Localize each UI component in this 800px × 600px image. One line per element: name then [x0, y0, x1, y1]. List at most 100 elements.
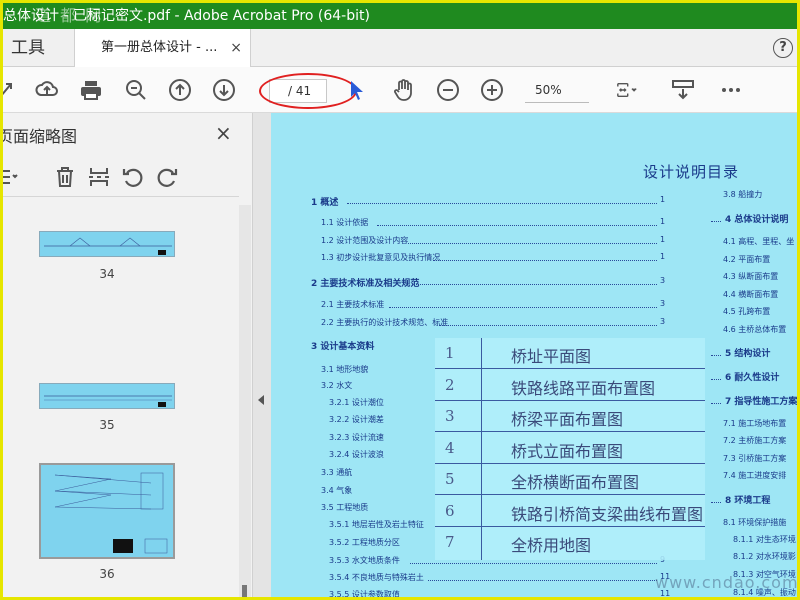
panel-splitter[interactable]	[253, 113, 271, 597]
site-watermark: www.cndao.com	[655, 573, 799, 592]
zoom-in-icon[interactable]	[480, 78, 504, 102]
toc-leader-dots	[347, 203, 657, 204]
toc-entry[interactable]: 7.1 施工场地布置	[723, 418, 786, 429]
toc-entry[interactable]: 7.3 引桥施工方案	[723, 453, 786, 464]
thumbnail-options-icon[interactable]	[3, 165, 19, 189]
collapse-panel-icon[interactable]	[258, 395, 264, 405]
toc-entry[interactable]: 6 耐久性设计	[725, 370, 779, 383]
thumbnail-scrollbar[interactable]	[239, 205, 251, 597]
drawing-title: 铁路线路平面布置图	[511, 378, 656, 398]
toc-entry[interactable]: 2.2 主要执行的设计技术规范、标准	[321, 317, 448, 328]
toc-entry[interactable]: 7.2 主桥施工方案	[723, 435, 786, 446]
zoom-level-select[interactable]: 50%	[525, 79, 589, 103]
toc-leader-dots	[711, 379, 721, 380]
tab-document[interactable]: 第一册总体设计 - ... ×	[75, 29, 251, 68]
drawing-list-row: 6 铁路引桥简支梁曲线布置图	[435, 496, 705, 527]
panel-close-icon[interactable]: ×	[215, 121, 232, 145]
document-page: 设计说明目录 1 概述 1 1.1 设计依据 1 1.2 设计范围及设计内容 1 1.3 初…	[271, 113, 799, 597]
toc-entry[interactable]: 2.1 主要技术标准	[321, 299, 384, 310]
toc-entry[interactable]: 3.5 工程地质	[321, 502, 368, 513]
toc-page-number: 3	[660, 276, 666, 285]
toc-entry[interactable]: 4.3 纵断面布置	[723, 271, 778, 282]
toc-entry[interactable]: 7.4 施工进度安排	[723, 470, 786, 481]
toc-entry[interactable]: 8.1.2 对水环境影	[733, 551, 796, 562]
toc-page-number: 1	[660, 252, 666, 261]
toc-entry[interactable]: 5 结构设计	[725, 346, 770, 359]
thumbnail-label: 35	[99, 418, 115, 432]
scroll-mode-icon[interactable]	[671, 78, 695, 102]
toc-entry[interactable]: 3 设计基本资料	[311, 339, 374, 352]
toc-entry[interactable]: 8 环境工程	[725, 493, 770, 506]
rotate-left-icon[interactable]	[121, 165, 145, 189]
thumbnail-label: 36	[99, 567, 115, 581]
upload-icon[interactable]	[35, 78, 59, 102]
hand-icon[interactable]	[392, 78, 416, 102]
toc-entry[interactable]: 1 概述	[311, 195, 338, 208]
more-icon[interactable]	[719, 78, 743, 102]
print-icon[interactable]	[79, 78, 103, 102]
page-thumbnail-34[interactable]	[39, 231, 175, 257]
drawing-list-row: 7 全桥用地图	[435, 527, 705, 558]
toc-entry[interactable]: 4.4 横断面布置	[723, 289, 778, 300]
toc-entry[interactable]: 3.2.2 设计潮差	[329, 414, 384, 425]
toc-entry[interactable]: 3.8 船撞力	[723, 189, 762, 200]
cursor-icon[interactable]	[345, 78, 369, 102]
toc-leader-dots	[428, 580, 657, 581]
toc-entry[interactable]: 2 主要技术标准及相关规范	[311, 276, 419, 289]
toc-entry[interactable]: 3.3 通航	[321, 467, 352, 478]
toc-entry[interactable]: 3.5.4 不良地质与特殊岩土	[329, 572, 424, 583]
tab-document-label: 第一册总体设计 - ...	[101, 40, 218, 55]
toc-entry[interactable]: 3.1 地形地貌	[321, 364, 368, 375]
panel-toolbar	[3, 157, 239, 197]
drawing-list-overlay: 1 桥址平面图 2 铁路线路平面布置图 3 桥梁平面布置图 4 桥式立面布置图 5 全桥横断面布置…	[435, 338, 705, 560]
toc-entry[interactable]: 3.2.3 设计流速	[329, 432, 384, 443]
main-toolbar: / 41 50%	[3, 67, 797, 113]
toc-entry[interactable]: 8.1.1 对生态环境	[733, 534, 796, 545]
toc-leader-dots	[711, 221, 721, 222]
toc-entry[interactable]: 3.5.3 水文地质条件	[329, 555, 400, 566]
share-icon[interactable]	[3, 78, 21, 102]
tab-tools[interactable]: 工具	[3, 29, 75, 67]
toc-entry[interactable]: 3.2.1 设计潮位	[329, 397, 384, 408]
toc-entry[interactable]: 4.2 平面布置	[723, 254, 770, 265]
toc-entry[interactable]: 4.6 主桥总体布置	[723, 324, 786, 335]
delete-page-icon[interactable]	[53, 165, 77, 189]
drawing-title: 全桥横断面布置图	[511, 473, 640, 492]
drawing-number: 2	[445, 375, 455, 394]
toc-leader-dots	[407, 243, 657, 244]
help-icon[interactable]: ?	[773, 38, 793, 58]
toc-entry[interactable]: 3.2 水文	[321, 380, 352, 391]
toc-entry[interactable]: 3.5.5 设计参数取值	[329, 589, 400, 597]
scrollbar-thumb[interactable]	[242, 585, 247, 597]
toc-entry[interactable]: 3.2.4 设计波浪	[329, 449, 384, 460]
page-thumbnail-35[interactable]	[39, 383, 175, 409]
thumbnail-label: 34	[99, 267, 115, 281]
page-up-icon[interactable]	[168, 78, 192, 102]
toc-entry[interactable]: 1.1 设计依据	[321, 217, 368, 228]
toc-entry[interactable]: 7 指导性施工方案	[725, 394, 797, 407]
toc-entry[interactable]: 4.1 高程、里程、坐	[723, 236, 794, 247]
toc-entry[interactable]: 3.5.1 地层岩性及岩土特征	[329, 519, 424, 530]
panel-title: 页面缩略图	[0, 127, 78, 146]
drawing-list-row: 3 桥梁平面布置图	[435, 401, 705, 432]
toc-entry[interactable]: 3.4 气象	[321, 485, 352, 496]
toc-entry[interactable]: 3.5.2 工程地质分区	[329, 537, 400, 548]
search-icon[interactable]	[124, 78, 148, 102]
drawing-number: 4	[445, 438, 455, 457]
rotate-right-icon[interactable]	[155, 165, 179, 189]
toc-entry[interactable]: 1.3 初步设计批复意见及执行情况	[321, 252, 440, 263]
toc-entry[interactable]: 4.5 孔跨布置	[723, 306, 770, 317]
toc-page-number: 1	[660, 195, 666, 204]
page-thumbnail-36[interactable]	[39, 463, 175, 559]
split-page-icon[interactable]	[87, 165, 111, 189]
toc-entry[interactable]: 1.2 设计范围及设计内容	[321, 235, 408, 246]
close-tab-icon[interactable]: ×	[230, 29, 242, 67]
toc-entry[interactable]: 8.1 环境保护措施	[723, 517, 786, 528]
zoom-out-icon[interactable]	[436, 78, 460, 102]
drawing-title: 桥梁平面布置图	[511, 410, 624, 429]
title-watermark: 道 都 网	[35, 6, 104, 25]
page-down-icon[interactable]	[212, 78, 236, 102]
fit-page-icon[interactable]	[615, 78, 649, 102]
toc-entry[interactable]: 4 总体设计说明	[725, 212, 788, 225]
drawing-number: 5	[445, 470, 455, 488]
